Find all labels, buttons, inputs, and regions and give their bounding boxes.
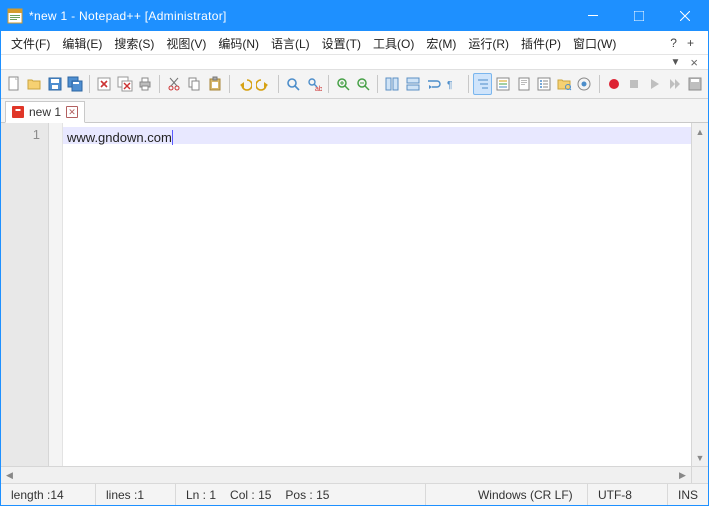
line-number: 1 (1, 127, 40, 142)
editor-area: 1 www.gndown.com ▲ ▼ (1, 123, 708, 466)
menu-close-icon[interactable]: × (690, 55, 698, 70)
close-file-icon[interactable] (95, 73, 113, 95)
macro-record-icon[interactable] (604, 73, 622, 95)
save-all-icon[interactable] (66, 73, 84, 95)
save-icon[interactable] (46, 73, 64, 95)
macro-play-multi-icon[interactable] (665, 73, 683, 95)
menu-view[interactable]: 视图(V) (160, 33, 212, 54)
menu-window[interactable]: 窗口(W) (567, 33, 622, 54)
print-icon[interactable] (136, 73, 154, 95)
unsaved-indicator-icon (12, 106, 24, 118)
tab-bar: new 1 ✕ (1, 99, 708, 123)
macro-save-icon[interactable] (686, 73, 704, 95)
doc-map-icon[interactable] (514, 73, 532, 95)
svg-text:ab: ab (315, 86, 322, 92)
menu-macro[interactable]: 宏(M) (420, 33, 462, 54)
status-encoding[interactable]: UTF-8 (588, 484, 668, 505)
menu-search[interactable]: 搜索(S) (108, 33, 160, 54)
scroll-right-icon[interactable]: ▶ (674, 467, 691, 483)
scrollbar-corner (691, 467, 708, 483)
menu-language[interactable]: 语言(L) (265, 33, 316, 54)
minimize-button[interactable] (570, 1, 616, 31)
redo-icon[interactable] (255, 73, 273, 95)
menu-encoding[interactable]: 编码(N) (212, 33, 265, 54)
close-all-icon[interactable] (115, 73, 133, 95)
zoom-in-icon[interactable] (334, 73, 352, 95)
macro-play-icon[interactable] (645, 73, 663, 95)
app-window: *new 1 - Notepad++ [Administrator] 文件(F)… (0, 0, 709, 506)
maximize-button[interactable] (616, 1, 662, 31)
zoom-out-icon[interactable] (354, 73, 372, 95)
scroll-left-icon[interactable]: ◀ (1, 467, 18, 483)
paste-icon[interactable] (206, 73, 224, 95)
cut-icon[interactable] (165, 73, 183, 95)
monitoring-icon[interactable] (575, 73, 593, 95)
menu-help[interactable]: ? (670, 36, 677, 50)
window-title: *new 1 - Notepad++ [Administrator] (29, 9, 570, 23)
show-all-chars-icon[interactable]: ¶ (444, 73, 462, 95)
close-button[interactable] (662, 1, 708, 31)
menu-dropdown-icon[interactable]: ▼ (671, 57, 681, 68)
menu-settings[interactable]: 设置(T) (316, 33, 367, 54)
find-icon[interactable] (284, 73, 302, 95)
tab-label: new 1 (29, 105, 61, 119)
status-eol[interactable]: Windows (CR LF) (468, 484, 588, 505)
copy-icon[interactable] (185, 73, 203, 95)
editor-line-1: www.gndown.com (67, 130, 172, 145)
status-length: length : 14 (1, 484, 96, 505)
func-list-icon[interactable] (535, 73, 553, 95)
tab-close-icon[interactable]: ✕ (66, 106, 78, 118)
toolbar: ab ¶ (1, 69, 708, 99)
menu-run[interactable]: 运行(R) (462, 33, 515, 54)
window-controls (570, 1, 708, 31)
macro-stop-icon[interactable] (625, 73, 643, 95)
status-insert-mode[interactable]: INS (668, 484, 708, 505)
menu-overflow-row: ▼ × (1, 55, 708, 69)
udl-icon[interactable] (494, 73, 512, 95)
menu-plus[interactable]: + (687, 36, 694, 50)
new-file-icon[interactable] (5, 73, 23, 95)
text-caret (172, 130, 173, 145)
scroll-down-icon[interactable]: ▼ (692, 449, 708, 466)
menu-bar: 文件(F) 编辑(E) 搜索(S) 视图(V) 编码(N) 语言(L) 设置(T… (1, 31, 708, 55)
line-number-gutter[interactable]: 1 (1, 123, 49, 466)
status-bar: length : 14 lines : 1 Ln : 1 Col : 15 Po… (1, 483, 708, 505)
vertical-scrollbar[interactable]: ▲ ▼ (691, 123, 708, 466)
status-lines: lines : 1 (96, 484, 176, 505)
indent-guide-icon[interactable] (473, 73, 492, 95)
tab-new1[interactable]: new 1 ✕ (5, 101, 85, 123)
menu-file[interactable]: 文件(F) (5, 33, 56, 54)
app-icon (7, 8, 23, 24)
sync-v-icon[interactable] (383, 73, 401, 95)
svg-text:¶: ¶ (447, 80, 452, 91)
replace-icon[interactable]: ab (305, 73, 323, 95)
status-position: Ln : 1 Col : 15 Pos : 15 (176, 484, 426, 505)
sync-h-icon[interactable] (404, 73, 422, 95)
horizontal-scrollbar[interactable]: ◀ ▶ (1, 466, 708, 483)
folder-workspace-icon[interactable] (555, 73, 573, 95)
menu-tools[interactable]: 工具(O) (367, 33, 420, 54)
undo-icon[interactable] (235, 73, 253, 95)
menu-edit[interactable]: 编辑(E) (56, 33, 108, 54)
menu-plugins[interactable]: 插件(P) (515, 33, 567, 54)
wrap-icon[interactable] (424, 73, 442, 95)
fold-margin[interactable] (49, 123, 63, 466)
title-bar[interactable]: *new 1 - Notepad++ [Administrator] (1, 1, 708, 31)
open-file-icon[interactable] (25, 73, 43, 95)
text-editor[interactable]: www.gndown.com (63, 123, 708, 466)
